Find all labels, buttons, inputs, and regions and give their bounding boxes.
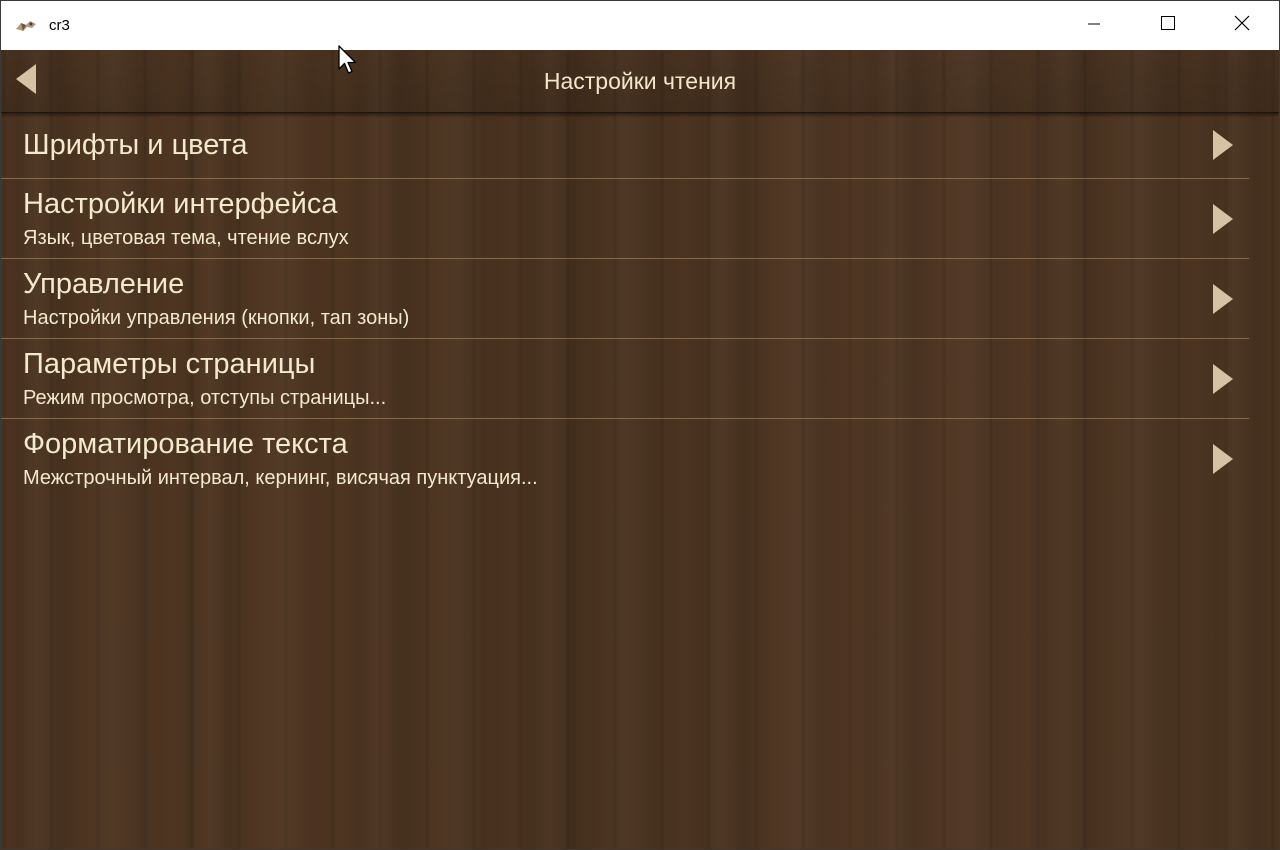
page-title: Настройки чтения bbox=[543, 68, 737, 94]
list-item-controls[interactable]: Управление Настройки управления (кнопки,… bbox=[1, 259, 1249, 339]
window-controls bbox=[1057, 1, 1279, 50]
item-title: Форматирование текста bbox=[23, 428, 348, 460]
list-item-text-formatting[interactable]: Форматирование текста Межстрочный интерв… bbox=[1, 419, 1249, 499]
close-button[interactable] bbox=[1205, 1, 1279, 50]
reading-settings-screen: Настройки чтения Шрифты и цвета Настройк… bbox=[1, 50, 1279, 849]
maximize-icon bbox=[1161, 16, 1175, 35]
close-icon bbox=[1234, 15, 1250, 36]
app-window: cr3 Настройки чтения Шрифты и цвета Наст… bbox=[0, 0, 1280, 850]
item-title: Параметры страницы bbox=[23, 348, 316, 380]
window-title: cr3 bbox=[49, 17, 70, 34]
app-icon bbox=[15, 18, 37, 34]
item-subtitle: Режим просмотра, отступы страницы... bbox=[23, 387, 387, 409]
screen-header: Настройки чтения bbox=[1, 50, 1279, 113]
minimize-icon bbox=[1088, 17, 1100, 35]
list-item-interface-settings[interactable]: Настройки интерфейса Язык, цветовая тема… bbox=[1, 179, 1249, 259]
item-title: Шрифты и цвета bbox=[23, 129, 248, 161]
list-item-page-parameters[interactable]: Параметры страницы Режим просмотра, отст… bbox=[1, 339, 1249, 419]
item-title: Настройки интерфейса bbox=[23, 188, 338, 220]
minimize-button[interactable] bbox=[1057, 1, 1131, 50]
chevron-right-icon bbox=[1211, 283, 1235, 315]
chevron-right-icon bbox=[1211, 363, 1235, 395]
item-subtitle: Межстрочный интервал, кернинг, висячая п… bbox=[23, 467, 538, 489]
chevron-right-icon bbox=[1211, 129, 1235, 161]
chevron-right-icon bbox=[1211, 443, 1235, 475]
item-subtitle: Настройки управления (кнопки, тап зоны) bbox=[23, 307, 410, 329]
settings-list: Шрифты и цвета Настройки интерфейса Язык… bbox=[1, 113, 1249, 499]
list-item-fonts-colors[interactable]: Шрифты и цвета bbox=[1, 113, 1249, 179]
item-title: Управление bbox=[23, 268, 185, 300]
chevron-right-icon bbox=[1211, 203, 1235, 235]
window-titlebar[interactable]: cr3 bbox=[1, 1, 1279, 50]
maximize-button[interactable] bbox=[1131, 1, 1205, 50]
item-subtitle: Язык, цветовая тема, чтение вслух bbox=[23, 227, 349, 249]
